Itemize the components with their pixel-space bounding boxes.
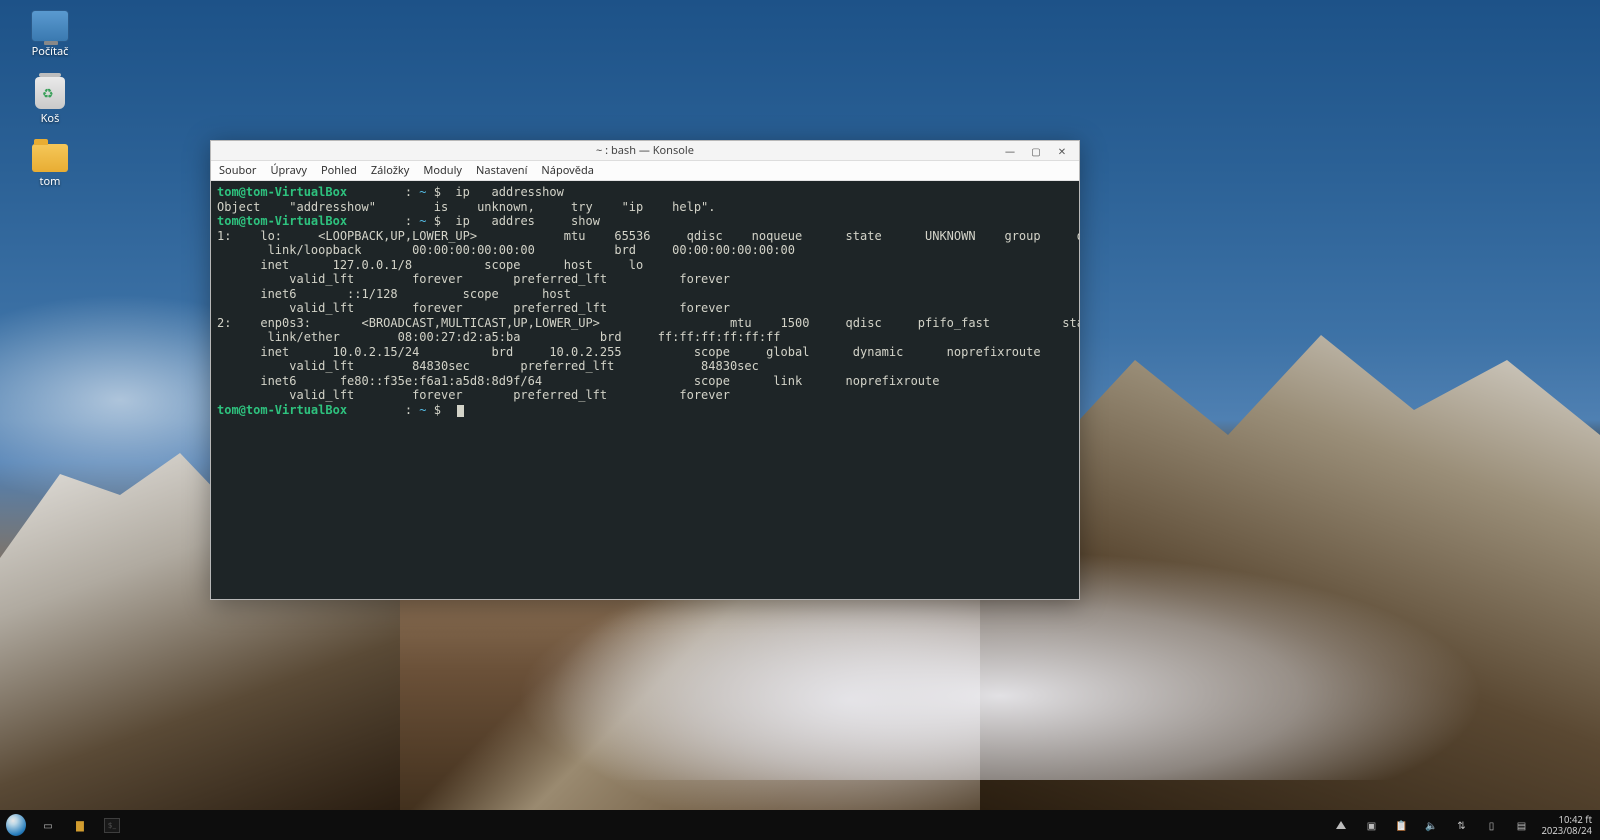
terminal-output[interactable]: tom@tom-VirtualBox : ~ $ ip addresshowOb… [211, 181, 1079, 599]
tray-battery-icon[interactable]: ▯ [1481, 815, 1501, 835]
clock-date: 2023/08/24 [1541, 825, 1592, 836]
desktop-icons: Počítač Koš tom [15, 10, 85, 189]
taskbar[interactable]: ▭ ▇ $_ ▣ 📋 🔈 ⇅ ▯ ▤ 10:42 ft 2023/08/24 [0, 810, 1600, 840]
window-titlebar[interactable]: ~ : bash — Konsole — ▢ ✕ [211, 141, 1079, 161]
menu-help[interactable]: Nápověda [541, 163, 593, 178]
trash-icon [35, 77, 65, 109]
desktop-icon-trash[interactable]: Koš [15, 77, 85, 126]
chevron-up-icon [1336, 821, 1346, 829]
icon-label: tom [40, 174, 61, 189]
desktop-icon-computer[interactable]: Počítač [15, 10, 85, 59]
tray-clipboard-icon[interactable]: 📋 [1391, 815, 1411, 835]
menu-file[interactable]: Soubor [219, 163, 256, 178]
kde-logo-icon [6, 814, 26, 836]
task-manager-icon[interactable]: ▭ [38, 815, 58, 835]
minimize-button[interactable]: — [997, 141, 1023, 161]
desktop-icon-home-folder[interactable]: tom [15, 144, 85, 189]
menu-bookmarks[interactable]: Záložky [371, 163, 410, 178]
konsole-window[interactable]: ~ : bash — Konsole — ▢ ✕ Soubor Úpravy P… [210, 140, 1080, 600]
icon-label: Koš [41, 111, 60, 126]
tray-expand-icon[interactable] [1331, 815, 1351, 835]
close-button[interactable]: ✕ [1049, 141, 1075, 161]
taskbar-konsole-icon[interactable]: $_ [102, 815, 122, 835]
window-title: ~ : bash — Konsole [596, 143, 694, 158]
maximize-button[interactable]: ▢ [1023, 141, 1049, 161]
menu-view[interactable]: Pohled [321, 163, 357, 178]
file-manager-icon[interactable]: ▇ [70, 815, 90, 835]
tray-shield-icon[interactable]: ▣ [1361, 815, 1381, 835]
monitor-icon [31, 10, 69, 42]
menu-plugins[interactable]: Moduly [423, 163, 462, 178]
menu-edit[interactable]: Úpravy [270, 163, 307, 178]
start-menu-button[interactable] [6, 815, 26, 835]
menu-bar: Soubor Úpravy Pohled Záložky Moduly Nast… [211, 161, 1079, 181]
tray-notification-icon[interactable]: ▤ [1511, 815, 1531, 835]
icon-label: Počítač [32, 44, 69, 59]
tray-volume-icon[interactable]: 🔈 [1421, 815, 1441, 835]
folder-icon [32, 144, 68, 172]
tray-network-icon[interactable]: ⇅ [1451, 815, 1471, 835]
taskbar-clock[interactable]: 10:42 ft 2023/08/24 [1541, 814, 1594, 836]
menu-settings[interactable]: Nastavení [476, 163, 527, 178]
window-controls: — ▢ ✕ [997, 141, 1075, 161]
